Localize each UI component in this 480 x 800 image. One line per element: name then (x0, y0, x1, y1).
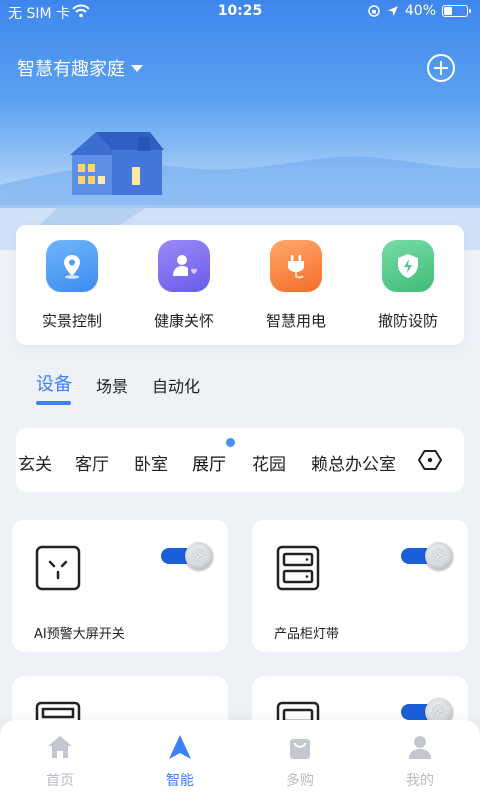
power-toggle[interactable] (401, 542, 453, 570)
shield-icon (382, 240, 434, 292)
tab-label: 设备 (36, 374, 72, 395)
battery-percent: 40% (404, 3, 436, 19)
navigate-arrow-icon (169, 735, 191, 759)
quick-actions-card: 实景控制 健康关怀 智慧用电 撤防设防 (16, 225, 464, 345)
cabinet-icon (276, 545, 320, 591)
nav-home[interactable]: 首页 (0, 720, 120, 800)
person-icon (409, 736, 431, 759)
orientation-lock-icon (368, 5, 380, 17)
home-name: 智慧有趣家庭 (17, 59, 125, 80)
nav-shop[interactable]: 多购 (240, 720, 360, 800)
user-heart-icon (158, 240, 210, 292)
room-tab[interactable]: 玄关 (18, 450, 52, 475)
device-card[interactable]: AI预警大屏开关 (12, 520, 228, 652)
house-illustration (0, 132, 480, 250)
room-tab[interactable]: 赖总办公室 (311, 450, 396, 475)
socket-icon (35, 545, 81, 591)
nav-label: 多购 (286, 773, 314, 789)
room-selector: 玄关 客厅 卧室 展厅 花园 赖总办公室 (16, 428, 464, 492)
quick-action-label: 健康关怀 (153, 312, 214, 330)
quick-action-label: 智慧用电 (265, 312, 326, 330)
quick-action-arm-disarm[interactable]: 撤防设防 (352, 225, 464, 345)
location-arrow-icon (387, 6, 398, 16)
quick-action-health-care[interactable]: 健康关怀 (128, 225, 240, 345)
room-tab[interactable]: 花园 (252, 450, 286, 475)
quick-action-scene-control[interactable]: 实景控制 (16, 225, 128, 345)
dropdown-caret-icon (131, 64, 143, 72)
hero-banner (0, 0, 480, 250)
nav-label: 智能 (166, 773, 194, 789)
device-card[interactable]: 产品柜灯带 (252, 520, 468, 652)
quick-action-smart-power[interactable]: 智慧用电 (240, 225, 352, 345)
power-plug-icon (270, 240, 322, 292)
tab-automation[interactable]: 自动化 (152, 370, 200, 397)
tab-label: 场景 (96, 377, 129, 396)
tab-scenes[interactable]: 场景 (96, 370, 128, 397)
room-label: 展厅 (192, 455, 226, 475)
device-name: AI预警大屏开关 (34, 627, 125, 642)
status-bar: 无 SIM 卡 10:25 40% (0, 0, 480, 24)
bottom-navigation: 首页 智能 多购 我的 (0, 720, 480, 800)
room-tab[interactable]: 卧室 (134, 450, 168, 475)
active-tab-indicator (36, 401, 71, 405)
battery-icon (442, 5, 471, 17)
home-icon (48, 736, 72, 758)
section-tabs: 设备 场景 自动化 (36, 370, 224, 405)
nav-label: 我的 (406, 773, 434, 789)
nav-label: 首页 (46, 773, 74, 789)
battery-level (444, 7, 452, 15)
device-name: 产品柜灯带 (274, 627, 340, 642)
home-selector[interactable]: 智慧有趣家庭 (17, 55, 143, 81)
power-toggle[interactable] (161, 542, 213, 570)
tab-devices[interactable]: 设备 (36, 370, 72, 405)
nav-smart[interactable]: 智能 (120, 720, 240, 800)
room-tab-active[interactable]: 展厅 (192, 438, 235, 475)
quick-action-label: 实景控制 (41, 312, 102, 330)
shopping-bag-icon (290, 739, 310, 759)
active-room-dot (226, 438, 235, 447)
room-settings-hex-icon[interactable] (418, 448, 442, 472)
nav-profile[interactable]: 我的 (360, 720, 480, 800)
add-button[interactable] (427, 54, 455, 82)
tab-label: 自动化 (152, 377, 201, 396)
quick-action-label: 撤防设防 (377, 312, 438, 330)
room-tab[interactable]: 客厅 (75, 450, 109, 475)
location-pin-icon (46, 240, 98, 292)
